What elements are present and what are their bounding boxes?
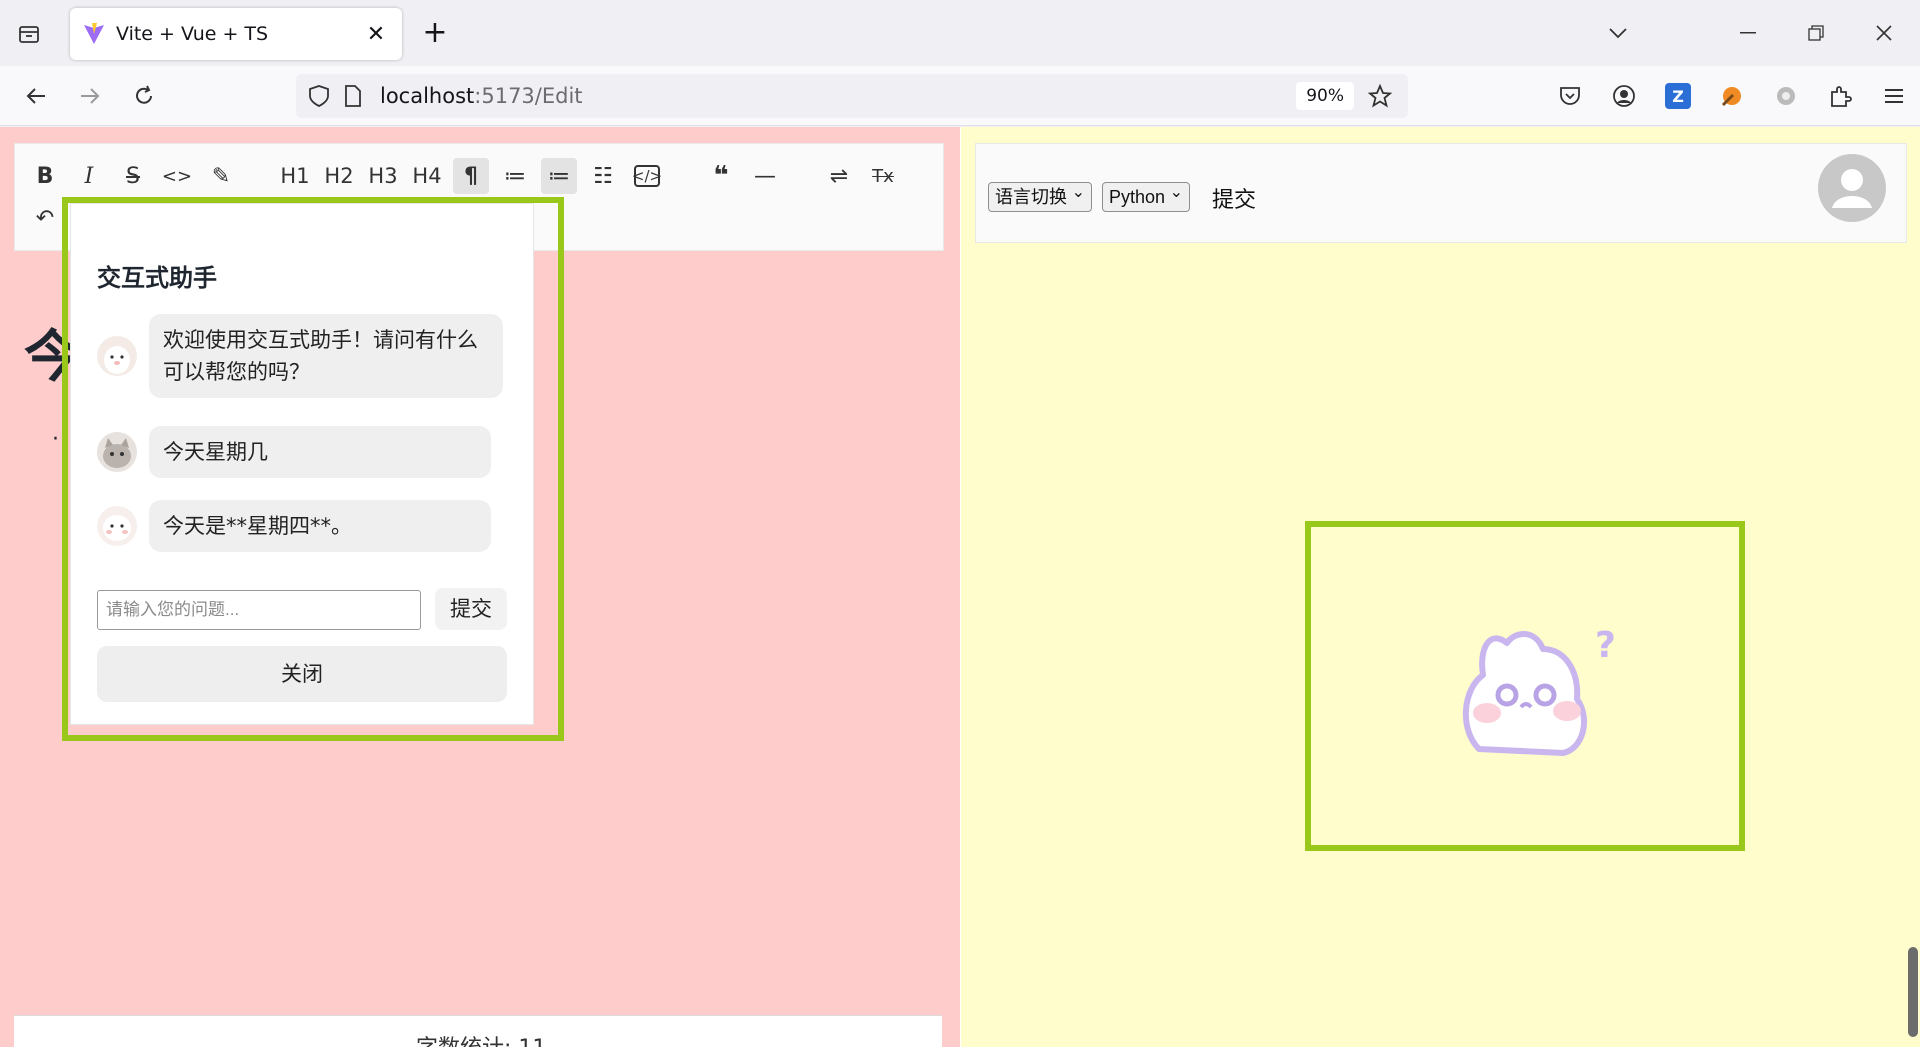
navigation-bar: localhost:5173/Edit 90% Z <box>0 66 1920 126</box>
highlight-button[interactable]: ✎ <box>203 158 239 194</box>
reload-icon[interactable] <box>128 80 160 112</box>
chat-question-input[interactable] <box>97 590 421 630</box>
hard-break-button[interactable]: ⇌ <box>821 158 857 194</box>
account-icon[interactable] <box>1608 80 1640 112</box>
editor-text-fragment[interactable]: · <box>52 427 59 452</box>
preview-pane: 语言切换 Python 提交 ? <box>960 127 1920 1047</box>
code-language-select[interactable]: Python <box>1102 179 1191 212</box>
word-count: 字数统计: 11 <box>416 1030 546 1047</box>
minimize-icon[interactable] <box>1728 14 1768 52</box>
chat-bubble: 今天是**星期四**。 <box>149 500 491 552</box>
editor-pane: B I S <> ✎ H1 H2 H3 H4 ¶ ≔ ≔ ☷ </> ❝ — ⇌ <box>0 127 960 1047</box>
toolbar-row-1: B I S <> ✎ H1 H2 H3 H4 ¶ ≔ ≔ ☷ </> ❝ — ⇌ <box>27 158 909 194</box>
page-icon[interactable] <box>340 83 366 109</box>
chat-message-user: 今天星期几 <box>97 426 491 478</box>
assistant-avatar <box>97 336 137 376</box>
assistant-avatar <box>97 506 137 546</box>
vite-favicon <box>84 23 104 44</box>
url-text: localhost:5173/Edit <box>380 84 583 108</box>
horizontal-rule-button[interactable]: — <box>747 158 783 194</box>
scrollbar[interactable] <box>1908 947 1918 1037</box>
shield-icon[interactable] <box>306 83 332 109</box>
chat-close-button[interactable]: 关闭 <box>97 646 507 702</box>
svg-text:Z: Z <box>1672 87 1684 106</box>
tab-bar: Vite + Vue + TS ✕ + <box>0 0 1920 66</box>
extension-brush-icon[interactable] <box>1716 80 1748 112</box>
italic-button[interactable]: I <box>71 158 107 194</box>
extensions-icon[interactable] <box>1824 80 1856 112</box>
empty-state-frame: ? <box>1305 521 1745 851</box>
close-icon[interactable]: ✕ <box>362 20 390 48</box>
chevron-down-icon[interactable] <box>1598 14 1638 52</box>
pocket-icon[interactable] <box>1554 80 1586 112</box>
chat-message-assistant: 欢迎使用交互式助手！请问有什么可以帮您的吗？ <box>97 314 503 398</box>
language-switch-select[interactable]: 语言切换 <box>988 179 1092 212</box>
chat-bubble: 今天星期几 <box>149 426 491 478</box>
strikethrough-button[interactable]: S <box>115 158 151 194</box>
plus-icon[interactable]: + <box>420 18 450 48</box>
chat-title: 交互式助手 <box>97 264 217 292</box>
preview-toolbar: 语言切换 Python 提交 <box>975 143 1907 243</box>
heading3-button[interactable]: H3 <box>365 158 401 194</box>
user-avatar <box>97 432 137 472</box>
page-content: B I S <> ✎ H1 H2 H3 H4 ¶ ≔ ≔ ☷ </> ❝ — ⇌ <box>0 127 1920 1047</box>
svg-text:?: ? <box>1595 625 1616 666</box>
chat-panel: 交互式助手 欢迎使用交互式助手！请问有什么可以帮您的吗？ 今天星期几 今天是**… <box>70 203 534 725</box>
browser-tab[interactable]: Vite + Vue + TS ✕ <box>70 8 402 60</box>
undo-button[interactable]: ↶ <box>27 200 63 236</box>
word-count-bar: 字数统计: 11 <box>14 1015 942 1047</box>
ordered-list-button[interactable]: ≔ <box>541 158 577 194</box>
heading4-button[interactable]: H4 <box>409 158 445 194</box>
forward-icon[interactable] <box>74 80 106 112</box>
run-submit-button[interactable]: 提交 <box>1212 182 1256 214</box>
menu-icon[interactable] <box>1878 80 1910 112</box>
tab-title: Vite + Vue + TS <box>116 23 269 45</box>
back-icon[interactable] <box>20 80 52 112</box>
chat-message-assistant: 今天是**星期四**。 <box>97 500 491 552</box>
paragraph-button[interactable]: ¶ <box>453 158 489 194</box>
blockquote-button[interactable]: ❝ <box>703 158 739 194</box>
chat-bubble: 欢迎使用交互式助手！请问有什么可以帮您的吗？ <box>149 314 503 398</box>
task-list-button[interactable]: ☷ <box>585 158 621 194</box>
inline-code-button[interactable]: <> <box>159 158 195 194</box>
clear-format-button[interactable]: Tx <box>865 158 901 194</box>
code-block-button[interactable]: </> <box>632 165 662 187</box>
window-close-icon[interactable] <box>1864 14 1904 52</box>
heading2-button[interactable]: H2 <box>321 158 357 194</box>
profile-avatar[interactable] <box>1818 154 1886 222</box>
extension-gear-icon[interactable] <box>1770 80 1802 112</box>
tab-list-icon[interactable] <box>14 19 44 49</box>
confused-bunny-illustration: ? <box>1463 625 1616 756</box>
chat-submit-button[interactable]: 提交 <box>435 588 507 630</box>
bullet-list-button[interactable]: ≔ <box>497 158 533 194</box>
bold-button[interactable]: B <box>27 158 63 194</box>
url-bar[interactable]: localhost:5173/Edit 90% <box>296 74 1408 118</box>
extension-z-icon[interactable]: Z <box>1662 80 1694 112</box>
restore-icon[interactable] <box>1796 14 1836 52</box>
star-icon[interactable] <box>1366 82 1394 110</box>
zoom-badge[interactable]: 90% <box>1296 82 1354 110</box>
heading1-button[interactable]: H1 <box>277 158 313 194</box>
